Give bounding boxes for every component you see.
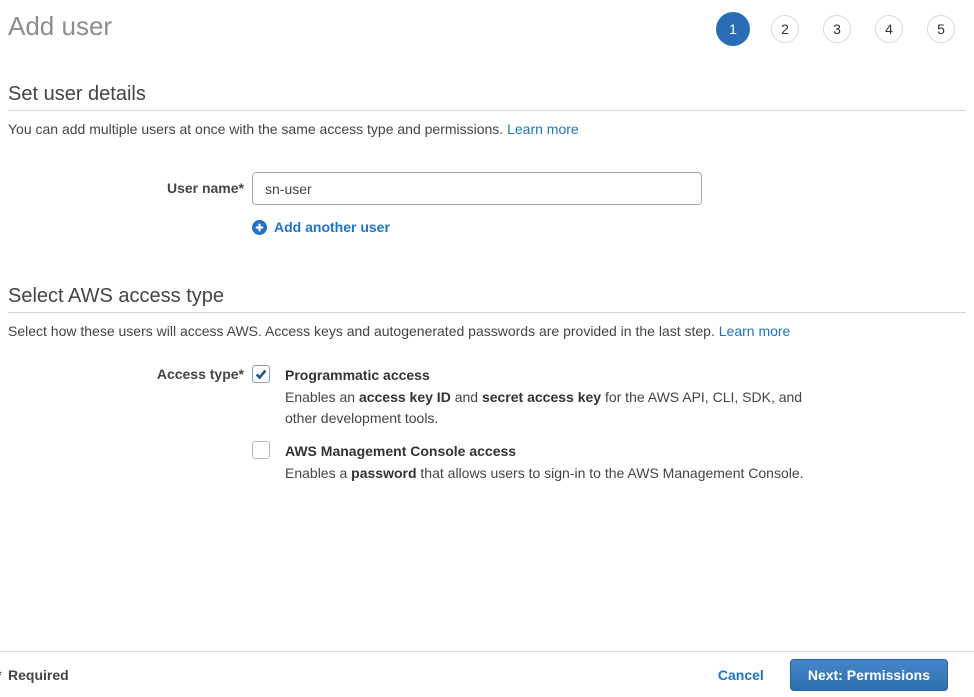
cancel-button[interactable]: Cancel	[718, 667, 764, 683]
step-indicator: 12345	[719, 12, 966, 46]
user-details-description-text: You can add multiple users at once with …	[8, 121, 503, 137]
learn-more-link-access-type[interactable]: Learn more	[719, 323, 791, 339]
required-note: * Required	[8, 667, 69, 683]
required-label: Required	[8, 667, 69, 683]
access-type-label: Access type*	[8, 365, 244, 484]
user-details-description: You can add multiple users at once with …	[8, 121, 966, 137]
username-input[interactable]	[252, 172, 702, 205]
add-another-user-label: Add another user	[274, 219, 390, 235]
programmatic-access-description: Enables an access key ID and secret acce…	[285, 387, 810, 429]
page-title: Add user	[8, 10, 112, 42]
programmatic-access-checkbox[interactable]	[252, 365, 270, 383]
add-icon	[252, 220, 267, 235]
programmatic-access-title: Programmatic access	[285, 365, 810, 384]
username-row: User name* Add another user	[8, 172, 966, 235]
console-access-title: AWS Management Console access	[285, 441, 804, 460]
check-icon	[254, 367, 268, 381]
access-type-description-text: Select how these users will access AWS. …	[8, 323, 715, 339]
step-4: 4	[875, 15, 903, 43]
step-2: 2	[771, 15, 799, 43]
learn-more-link-user-details[interactable]: Learn more	[507, 121, 579, 137]
console-access-checkbox[interactable]	[252, 441, 270, 459]
step-3: 3	[823, 15, 851, 43]
next-permissions-button[interactable]: Next: Permissions	[790, 659, 948, 691]
username-label: User name*	[8, 172, 244, 235]
step-1-active: 1	[716, 12, 750, 46]
section-heading-access-type: Select AWS access type	[8, 286, 966, 313]
required-asterisk: *	[0, 667, 1, 683]
access-type-description: Select how these users will access AWS. …	[8, 323, 966, 339]
programmatic-access-option: Programmatic access Enables an access ke…	[252, 365, 810, 429]
console-access-description: Enables a password that allows users to …	[285, 463, 804, 484]
page-header: Add user 12345	[8, 0, 966, 42]
add-user-page: Add user 12345 Set user details You can …	[0, 0, 974, 697]
console-access-option: AWS Management Console access Enables a …	[252, 441, 810, 484]
wizard-footer: * Required Cancel Next: Permissions	[0, 651, 974, 697]
add-another-user-link[interactable]: Add another user	[252, 219, 702, 235]
section-heading-user-details: Set user details	[8, 84, 966, 111]
access-type-row: Access type* Programmatic access Enables…	[8, 365, 966, 484]
step-5: 5	[927, 15, 955, 43]
